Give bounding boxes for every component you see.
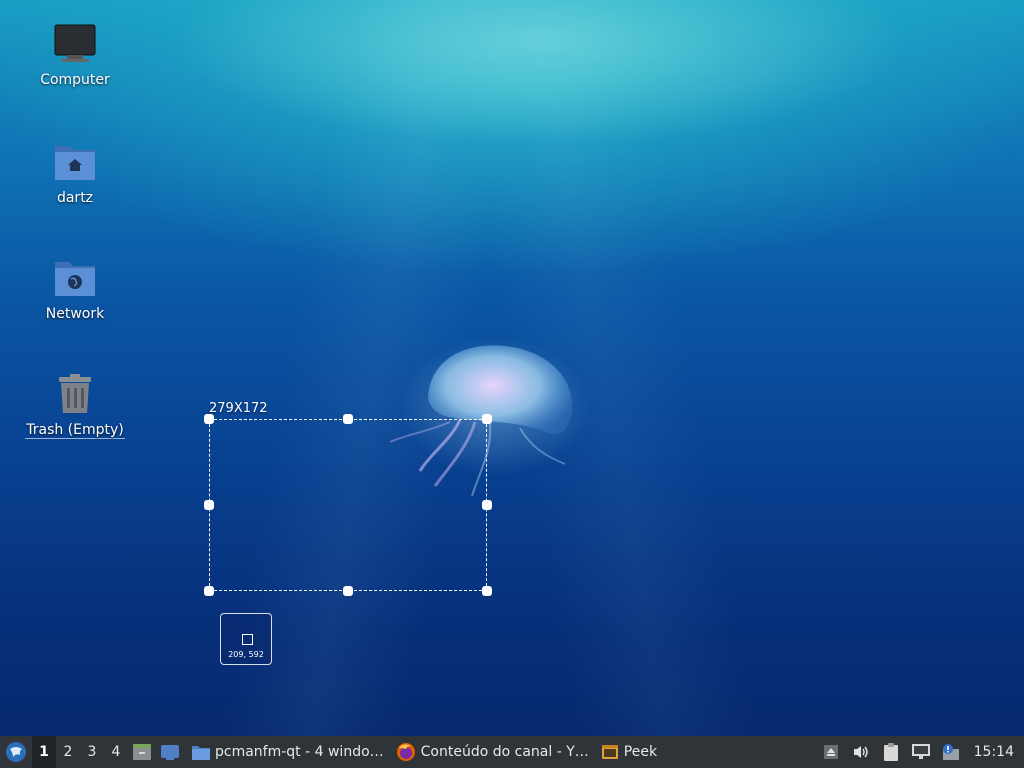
show-desktop-icon <box>161 745 179 760</box>
resize-handle-left[interactable] <box>204 500 214 510</box>
home-folder-icon <box>53 140 97 184</box>
resize-handle-bottom[interactable] <box>343 586 353 596</box>
trash-icon <box>53 372 97 416</box>
selection-size-label: 279X172 <box>209 401 268 416</box>
cursor-magnifier: 209, 592 <box>220 613 272 665</box>
lxqt-menu-icon <box>6 742 26 762</box>
application-menu-button[interactable] <box>0 736 32 768</box>
desktop-icon-label: Computer <box>40 72 110 88</box>
eject-icon <box>823 745 838 759</box>
clipboard-icon <box>883 743 898 761</box>
workspace-3-button[interactable]: 3 <box>80 736 104 768</box>
desktop-icon-label: Network <box>45 306 105 322</box>
network-folder-icon <box>53 256 97 300</box>
resize-handle-top-right[interactable] <box>482 414 492 424</box>
folder-icon <box>192 746 210 760</box>
clock[interactable]: 15:14 <box>966 744 1024 760</box>
task-label: pcmanfm-qt - 4 windo… <box>215 744 384 760</box>
workspace-2-button[interactable]: 2 <box>56 736 80 768</box>
computer-icon <box>53 22 97 66</box>
trash-label-text: Trash (Empty) <box>25 422 125 439</box>
update-notifier-icon <box>942 744 959 760</box>
task-label: Conteúdo do canal - Y… <box>420 744 589 760</box>
tray-volume[interactable] <box>846 736 876 768</box>
capture-selection-rectangle[interactable] <box>204 414 492 596</box>
resize-handle-top-left[interactable] <box>204 414 214 424</box>
desktop-icon-network[interactable]: Network <box>20 256 130 322</box>
resize-handle-top[interactable] <box>343 414 353 424</box>
resize-handle-bottom-left[interactable] <box>204 586 214 596</box>
tray-eject[interactable] <box>816 736 846 768</box>
desktop-icon-label: Trash (Empty) <box>20 422 130 439</box>
resize-handle-bottom-right[interactable] <box>482 586 492 596</box>
tray-update-notifier[interactable] <box>936 736 966 768</box>
peek-icon <box>601 745 618 759</box>
system-tray: 15:14 <box>816 736 1024 768</box>
desktop-icon-trash[interactable]: Trash (Empty) <box>20 372 130 439</box>
file-manager-icon <box>133 744 151 760</box>
cursor-coordinates: 209, 592 <box>228 650 264 659</box>
desktop-icon-computer[interactable]: Computer <box>20 22 130 88</box>
volume-icon <box>853 746 868 758</box>
desktop-icon-home[interactable]: dartz <box>20 140 130 206</box>
quicklaunch-file-manager[interactable] <box>128 736 156 768</box>
task-firefox[interactable]: Conteúdo do canal - Y… <box>390 736 595 768</box>
resize-handle-right[interactable] <box>482 500 492 510</box>
task-peek[interactable]: Peek <box>595 736 663 768</box>
wallpaper-light-rays <box>0 0 1024 768</box>
firefox-icon <box>396 743 415 761</box>
workspace-1-button[interactable]: 1 <box>32 736 56 768</box>
taskbar: 1 2 3 4 pcmanfm-qt - 4 windo… Conteúdo d… <box>0 736 1024 768</box>
cursor-pixel-indicator <box>242 634 253 645</box>
tray-network[interactable] <box>906 736 936 768</box>
desktop-icon-label: dartz <box>56 190 94 206</box>
tray-clipboard[interactable] <box>876 736 906 768</box>
workspace-4-button[interactable]: 4 <box>104 736 128 768</box>
task-label: Peek <box>623 744 658 760</box>
task-pcmanfm[interactable]: pcmanfm-qt - 4 windo… <box>186 736 390 768</box>
network-icon <box>911 744 930 759</box>
quicklaunch-show-desktop[interactable] <box>156 736 184 768</box>
